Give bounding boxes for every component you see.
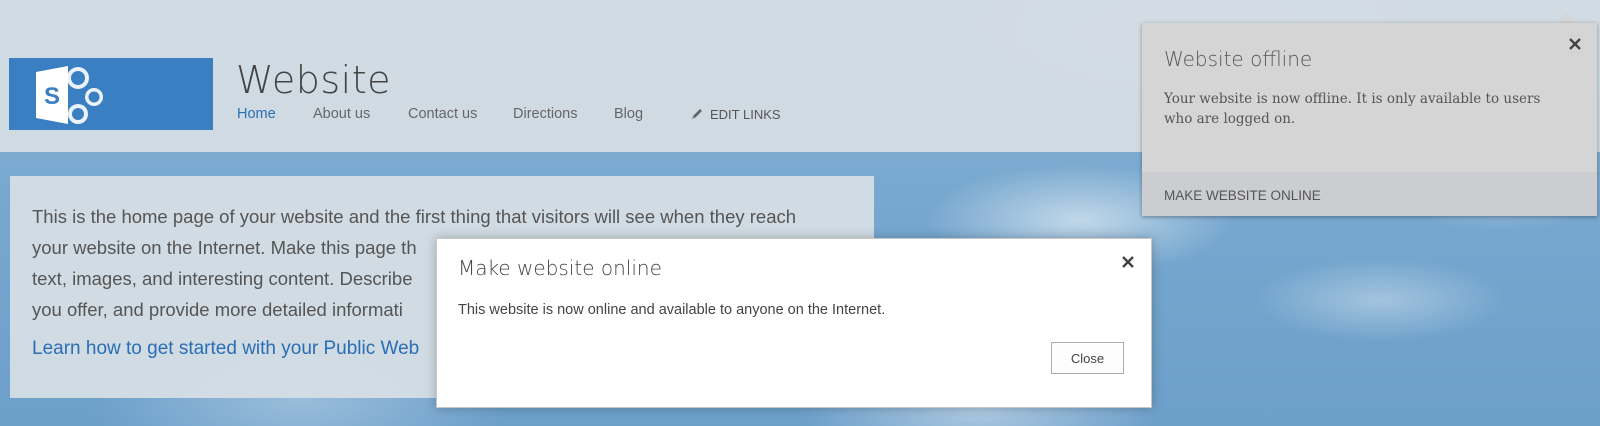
dialog-message: This website is now online and available…	[458, 302, 886, 318]
nav-item-blog[interactable]: Blog	[614, 106, 643, 122]
edit-links-button[interactable]: EDIT LINKS	[690, 107, 781, 122]
close-button[interactable]: Close	[1051, 342, 1124, 374]
make-website-online-dialog: Make website online This website is now …	[436, 238, 1152, 408]
nav-item-about-us[interactable]: About us	[313, 106, 370, 122]
pencil-icon	[692, 109, 702, 119]
svg-text:S: S	[44, 83, 60, 110]
get-started-link[interactable]: Learn how to get started with your Publi…	[32, 338, 419, 360]
nav-item-directions[interactable]: Directions	[513, 106, 577, 122]
dialog-close-icon[interactable]	[1120, 254, 1136, 270]
nav-item-contact-us[interactable]: Contact us	[408, 106, 477, 122]
dialog-title: Make website online	[458, 256, 662, 280]
make-website-online-link[interactable]: MAKE WEBSITE ONLINE	[1164, 188, 1321, 203]
edit-links-label: EDIT LINKS	[710, 107, 781, 122]
site-logo[interactable]: S	[9, 58, 213, 130]
callout-close-icon[interactable]	[1567, 36, 1583, 52]
nav-item-home[interactable]: Home	[237, 106, 276, 122]
site-title[interactable]: Website	[236, 58, 391, 102]
callout-title: Website offline	[1164, 47, 1313, 71]
callout-message: Your website is now offline. It is only …	[1164, 91, 1541, 127]
sharepoint-logo-icon: S	[36, 66, 103, 124]
website-offline-callout: Website offline Your website is now offl…	[1142, 23, 1597, 216]
callout-footer: MAKE WEBSITE ONLINE	[1142, 172, 1597, 216]
welcome-text-line: This is the home page of your website an…	[32, 206, 797, 227]
